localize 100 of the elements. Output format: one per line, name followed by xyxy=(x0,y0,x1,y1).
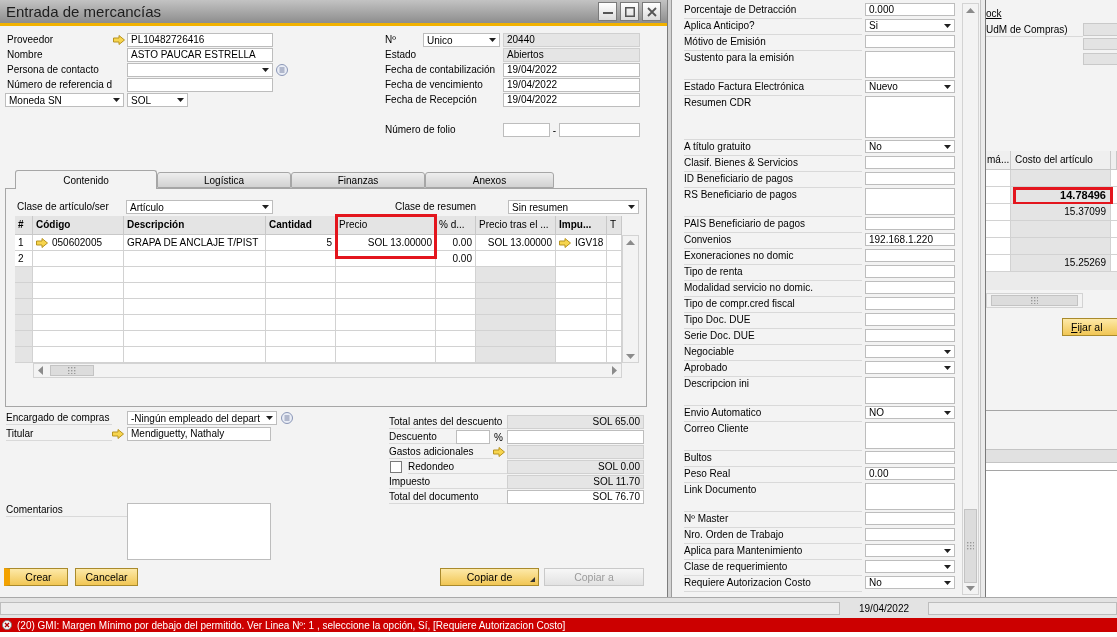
dropdown-field[interactable] xyxy=(865,361,955,374)
link-arrow-icon[interactable] xyxy=(559,237,571,248)
text-area[interactable] xyxy=(865,51,955,78)
amount-field[interactable]: SOL 76.70 xyxy=(507,490,644,504)
column-header[interactable] xyxy=(1111,151,1117,170)
tab[interactable]: Anexos xyxy=(425,172,554,188)
input-field[interactable] xyxy=(865,297,955,310)
column-header[interactable]: Cantidad xyxy=(266,216,336,235)
input-field[interactable] xyxy=(503,123,550,137)
input-field[interactable] xyxy=(865,35,955,48)
dropdown-field[interactable]: No xyxy=(865,140,955,153)
maximize-button[interactable] xyxy=(620,2,639,21)
input-field[interactable]: PL10482726416 xyxy=(127,33,273,47)
table-cell: 0.00 xyxy=(436,235,476,251)
input-field[interactable] xyxy=(865,281,955,294)
dropdown-field[interactable]: SOL xyxy=(127,93,188,107)
up-arrow-icon[interactable] xyxy=(626,240,635,245)
down-arrow-icon[interactable] xyxy=(626,354,635,359)
dropdown-field[interactable]: Artículo xyxy=(126,200,273,214)
input-field[interactable] xyxy=(865,217,955,230)
dropdown-field[interactable]: Unico xyxy=(423,33,500,47)
scrollbar-thumb[interactable] xyxy=(50,365,94,376)
input-field[interactable]: 0.000 xyxy=(865,3,955,16)
tab[interactable]: Finanzas xyxy=(291,172,425,188)
column-header[interactable]: Código xyxy=(33,216,124,235)
list-icon[interactable] xyxy=(281,412,293,424)
tab[interactable]: Logística xyxy=(157,172,291,188)
dropdown-field[interactable]: NO xyxy=(865,406,955,419)
input-field[interactable]: 0.00 xyxy=(865,467,955,480)
column-header[interactable]: % d... xyxy=(436,216,476,235)
input-field[interactable]: 19/04/2022 xyxy=(503,93,640,107)
input-field[interactable]: Mendiguetty, Nathaly xyxy=(127,427,271,441)
close-button[interactable] xyxy=(642,2,661,21)
scrollbar-thumb[interactable] xyxy=(964,509,977,583)
column-header[interactable]: Precio tras el ... xyxy=(476,216,556,235)
close-icon xyxy=(646,6,657,17)
dropdown-field[interactable]: Sin resumen xyxy=(508,200,639,214)
dropdown-field[interactable] xyxy=(127,63,273,77)
text-area[interactable] xyxy=(865,188,955,215)
link-arrow-icon[interactable] xyxy=(113,35,125,45)
text-area[interactable] xyxy=(865,377,955,404)
horizontal-scrollbar[interactable] xyxy=(986,293,1083,308)
input-field[interactable] xyxy=(865,528,955,541)
input-field[interactable] xyxy=(865,512,955,525)
input-field[interactable] xyxy=(127,78,273,92)
input-field[interactable]: 19/04/2022 xyxy=(503,63,640,77)
column-header[interactable]: má... xyxy=(986,151,1011,170)
action-button[interactable]: Crear xyxy=(4,568,68,586)
input-field[interactable] xyxy=(865,172,955,185)
input-field[interactable]: ASTO PAUCAR ESTRELLA xyxy=(127,48,273,62)
link-arrow-icon[interactable] xyxy=(493,447,505,457)
link-arrow-icon[interactable] xyxy=(112,429,124,439)
input-field[interactable] xyxy=(865,249,955,262)
dropdown-field[interactable] xyxy=(865,345,955,358)
input-field[interactable] xyxy=(865,451,955,464)
action-button[interactable]: Copiar de xyxy=(440,568,539,586)
dropdown-field[interactable]: Nuevo xyxy=(865,80,955,93)
text-area[interactable] xyxy=(865,483,955,510)
table-cell xyxy=(607,331,622,347)
dropdown-field[interactable]: No xyxy=(865,576,955,589)
vertical-scrollbar[interactable] xyxy=(962,3,979,595)
left-arrow-icon[interactable] xyxy=(38,366,43,375)
dropdown-field[interactable] xyxy=(865,544,955,557)
right-arrow-icon[interactable] xyxy=(612,366,617,375)
action-button[interactable]: Cancelar xyxy=(75,568,138,586)
checkbox[interactable] xyxy=(390,461,402,473)
dropdown-field[interactable]: -Ningún empleado del depart xyxy=(127,411,277,425)
text-area[interactable] xyxy=(865,96,955,138)
link[interactable]: ock xyxy=(986,8,1002,19)
column-header[interactable]: Impu... xyxy=(556,216,607,235)
scrollbar-thumb[interactable] xyxy=(991,295,1078,306)
dropdown-field[interactable]: Moneda SN xyxy=(5,93,124,107)
column-header[interactable]: Descripción xyxy=(124,216,266,235)
fix-button[interactable]: Fijar al xyxy=(1062,318,1117,336)
tab[interactable]: Contenido xyxy=(15,170,157,189)
column-header[interactable]: Costo del artículo xyxy=(1011,151,1111,170)
input-field[interactable]: 192.168.1.220 xyxy=(865,233,955,246)
input-field[interactable] xyxy=(559,123,640,137)
input-field[interactable] xyxy=(865,265,955,278)
vertical-scrollbar[interactable] xyxy=(622,235,639,363)
up-arrow-icon[interactable] xyxy=(966,8,975,13)
table-cell xyxy=(986,204,1011,221)
input-field[interactable]: 19/04/2022 xyxy=(503,78,640,92)
horizontal-scrollbar[interactable] xyxy=(33,363,622,378)
dropdown-field[interactable]: Si xyxy=(865,19,955,32)
amount-field[interactable] xyxy=(507,430,644,444)
link-arrow-icon[interactable] xyxy=(36,237,48,248)
input-field[interactable] xyxy=(865,313,955,326)
list-icon[interactable] xyxy=(276,64,288,76)
minimize-button[interactable] xyxy=(598,2,617,21)
field-label: Bultos xyxy=(684,451,712,465)
input-field[interactable] xyxy=(456,430,490,444)
input-field[interactable] xyxy=(865,329,955,342)
column-header[interactable]: # xyxy=(15,216,33,235)
text-area[interactable] xyxy=(127,503,271,560)
dropdown-field[interactable] xyxy=(865,560,955,573)
down-arrow-icon[interactable] xyxy=(966,586,975,591)
text-area[interactable] xyxy=(865,422,955,449)
column-header[interactable]: T xyxy=(607,216,622,235)
input-field[interactable] xyxy=(865,156,955,169)
